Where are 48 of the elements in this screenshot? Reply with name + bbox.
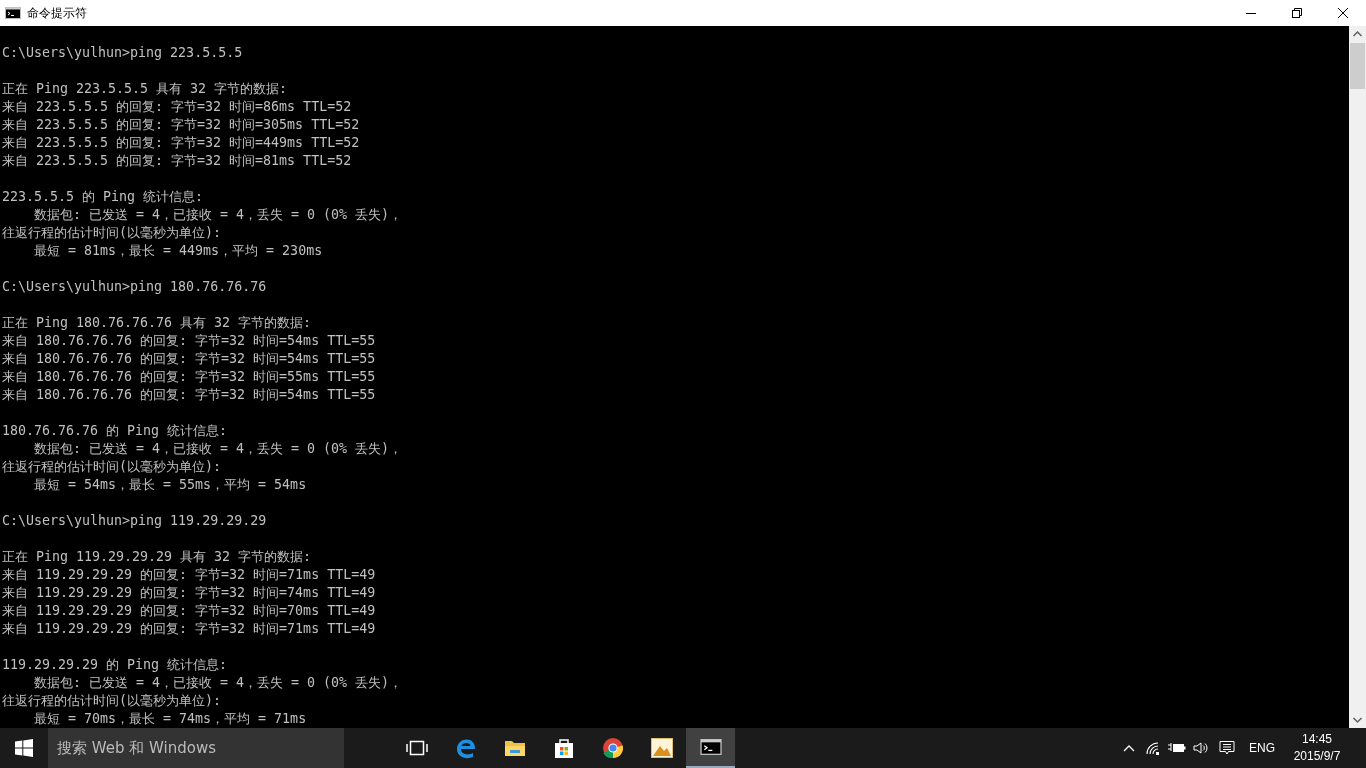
console-line: 正在 Ping 223.5.5.5 具有 32 字节的数据: — [2, 80, 288, 98]
console-line: 来自 119.29.29.29 的回复: 字节=32 时间=71ms TTL=49 — [2, 620, 376, 638]
windows-logo-icon — [15, 739, 33, 757]
console-line: 来自 180.76.76.76 的回复: 字节=32 时间=54ms TTL=55 — [2, 332, 376, 350]
folder-icon — [503, 739, 526, 757]
console-line: 来自 119.29.29.29 的回复: 字节=32 时间=70ms TTL=49 — [2, 602, 376, 620]
console-line: 数据包: 已发送 = 4，已接收 = 4，丢失 = 0 (0% 丢失)， — [33, 206, 403, 224]
console-line: 往返行程的估计时间(以毫秒为单位): — [2, 224, 222, 242]
console-line: 正在 Ping 119.29.29.29 具有 32 字节的数据: — [2, 548, 312, 566]
console-line: 来自 223.5.5.5 的回复: 字节=32 时间=305ms TTL=52 — [2, 116, 360, 134]
console-line: 来自 180.76.76.76 的回复: 字节=32 时间=54ms TTL=55 — [2, 386, 376, 404]
console-line: 数据包: 已发送 = 4，已接收 = 4，丢失 = 0 (0% 丢失)， — [33, 674, 403, 692]
console-line: 数据包: 已发送 = 4，已接收 = 4，丢失 = 0 (0% 丢失)， — [33, 440, 403, 458]
task-view-icon — [405, 740, 428, 756]
search-field[interactable]: 搜索 Web 和 Windows — [48, 728, 344, 768]
console-line: C:\Users\yulhun>ping 180.76.76.76 — [2, 278, 267, 296]
terminal-icon — [699, 739, 722, 755]
clock-button[interactable]: 14:45 2015/9/7 — [1283, 731, 1351, 765]
console-line: 最短 = 54ms，最长 = 55ms，平均 = 54ms — [33, 476, 307, 494]
console-line: 180.76.76.76 的 Ping 统计信息: — [2, 422, 228, 440]
console-line: 往返行程的估计时间(以毫秒为单位): — [2, 458, 222, 476]
console-line: 来自 180.76.76.76 的回复: 字节=32 时间=55ms TTL=55 — [2, 368, 376, 386]
console-line: C:\Users\yulhun>ping 223.5.5.5 — [2, 44, 243, 62]
console-line: 来自 223.5.5.5 的回复: 字节=32 时间=81ms TTL=52 — [2, 152, 352, 170]
console-line: C:\Users\yulhun>ping 119.29.29.29 — [2, 512, 267, 530]
console-line: 正在 Ping 180.76.76.76 具有 32 字节的数据: — [2, 314, 312, 332]
chrome-icon — [601, 737, 624, 759]
console-line: 来自 119.29.29.29 的回复: 字节=32 时间=71ms TTL=49 — [2, 566, 376, 584]
taskbar-app[interactable] — [686, 728, 735, 768]
app-icon — [5, 7, 21, 19]
store-bag-icon — [553, 737, 574, 759]
console-line: 最短 = 70ms，最长 = 74ms，平均 = 71ms — [33, 710, 307, 728]
console-line: 223.5.5.5 的 Ping 统计信息: — [2, 188, 204, 206]
window-title: 命令提示符 — [27, 4, 88, 22]
close-icon — [1338, 8, 1348, 18]
edge-icon — [454, 737, 477, 759]
console-line: 来自 180.76.76.76 的回复: 字节=32 时间=54ms TTL=55 — [2, 350, 376, 368]
console-line: 来自 119.29.29.29 的回复: 字节=32 时间=74ms TTL=49 — [2, 584, 376, 602]
console-line: 来自 223.5.5.5 的回复: 字节=32 时间=449ms TTL=52 — [2, 134, 360, 152]
scrollbar[interactable] — [1349, 26, 1366, 728]
console-line: 119.29.29.29 的 Ping 统计信息: — [2, 656, 228, 674]
language-button[interactable]: ENG — [1241, 741, 1283, 755]
scroll-thumb[interactable] — [1350, 43, 1365, 89]
console-line: 往返行程的估计时间(以毫秒为单位): — [2, 692, 222, 710]
photos-icon — [650, 738, 673, 758]
console-line: 来自 223.5.5.5 的回复: 字节=32 时间=86ms TTL=52 — [2, 98, 352, 116]
console-line: 最短 = 81ms，最长 = 449ms，平均 = 230ms — [33, 242, 323, 260]
restore-icon — [1292, 8, 1302, 18]
